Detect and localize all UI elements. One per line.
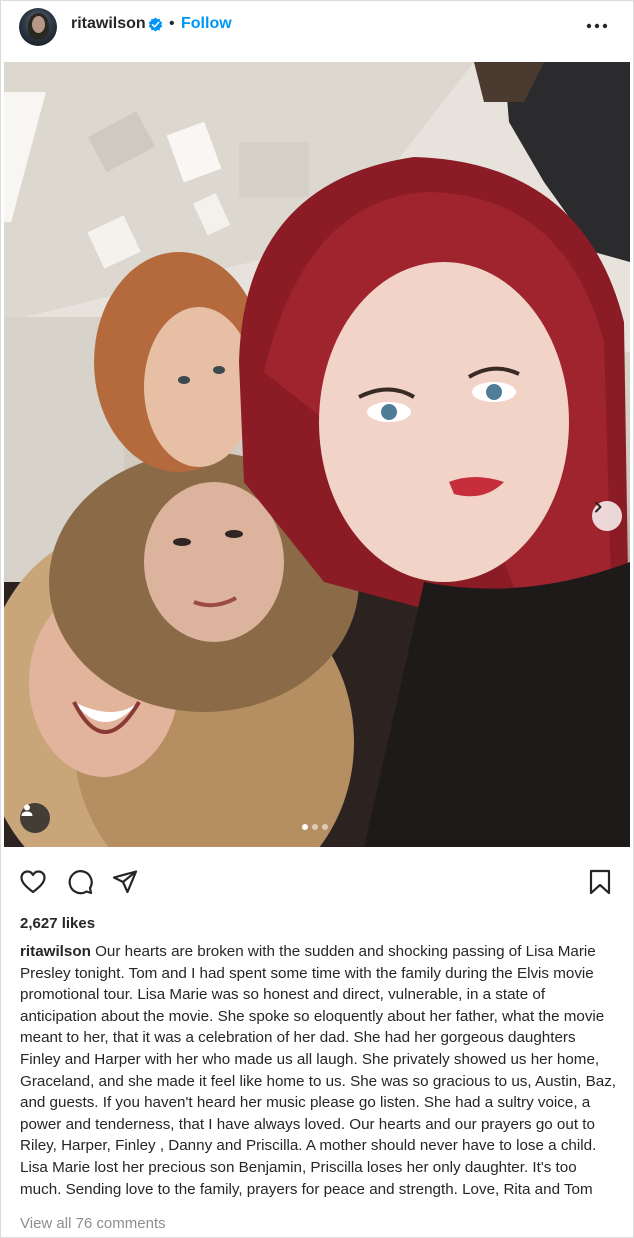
carousel-dot xyxy=(322,824,328,830)
bookmark-icon[interactable] xyxy=(586,868,614,896)
post-caption: ritawilson Our hearts are broken with th… xyxy=(20,941,620,1200)
action-bar xyxy=(0,862,634,902)
separator-dot: • xyxy=(169,15,175,32)
comment-icon[interactable] xyxy=(66,868,94,896)
post-header: ritawilson • Follow xyxy=(0,0,634,56)
carousel-dot xyxy=(312,824,318,830)
paper-plane-icon[interactable] xyxy=(111,868,139,896)
photo-illustration xyxy=(4,62,630,847)
carousel-indicator xyxy=(302,824,328,830)
heart-icon[interactable] xyxy=(19,868,47,896)
user-tags-button[interactable] xyxy=(20,803,50,833)
chevron-right-icon xyxy=(595,501,602,513)
username-link[interactable]: ritawilson xyxy=(71,15,146,33)
carousel-next-button[interactable] xyxy=(592,501,622,531)
likes-count[interactable]: 2,627 likes xyxy=(20,915,95,932)
avatar-face xyxy=(32,16,45,33)
post-photo[interactable] xyxy=(4,62,630,847)
carousel-dot-active xyxy=(302,824,308,830)
caption-text: Our hearts are broken with the sudden an… xyxy=(20,943,617,1198)
caption-username[interactable]: ritawilson xyxy=(20,943,91,960)
avatar[interactable] xyxy=(19,8,57,46)
follow-button[interactable]: Follow xyxy=(181,15,232,33)
more-options-icon[interactable] xyxy=(584,16,610,36)
user-tag-icon xyxy=(21,804,33,816)
view-comments-link[interactable]: View all 76 comments xyxy=(20,1215,166,1232)
verified-badge-icon xyxy=(148,17,163,32)
